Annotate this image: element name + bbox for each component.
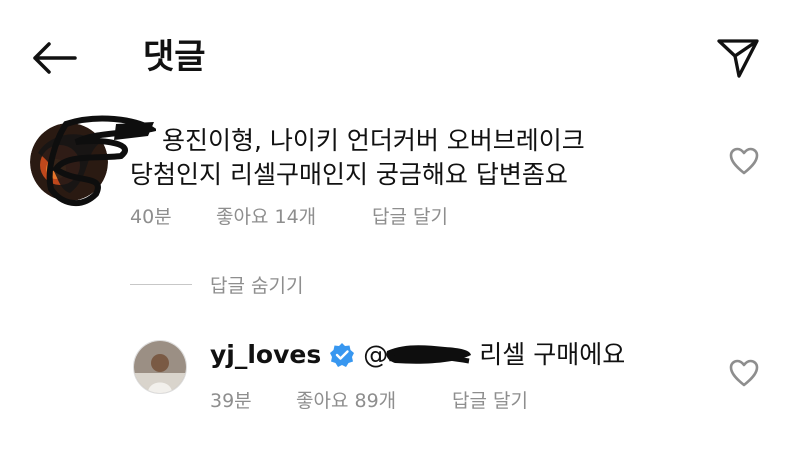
comment-time: 40분: [130, 206, 172, 228]
reply-username[interactable]: yj_loves: [210, 338, 321, 372]
reply-time: 39분: [210, 390, 252, 412]
reply-like-button[interactable]: [728, 358, 762, 390]
redaction-scribble: [386, 345, 472, 364]
comment-reply-button[interactable]: 답글 달기: [372, 202, 448, 229]
paper-plane-icon: [717, 39, 759, 78]
mention-link[interactable]: @: [363, 338, 472, 372]
heart-icon: [729, 359, 759, 387]
reply-reply-button[interactable]: 답글 달기: [452, 386, 528, 413]
avatar-image: [134, 341, 186, 393]
reply-text-line: yj_loves @ 리셀 구매에요: [210, 338, 625, 372]
verified-badge-icon: [329, 342, 355, 368]
share-button[interactable]: [712, 32, 764, 84]
like-button[interactable]: [728, 146, 762, 178]
comment-text: 용진이형, 나이키 언더커버 오버브레이크 당첨인지 리셀구매인지 궁금해요 답…: [130, 124, 690, 192]
back-button[interactable]: [28, 36, 80, 80]
reply-avatar[interactable]: [133, 340, 187, 394]
divider: [130, 284, 192, 285]
comment-likes[interactable]: 좋아요 14개: [216, 202, 372, 229]
reply-likes[interactable]: 좋아요 89개: [296, 386, 452, 413]
page-title: 댓글: [143, 37, 206, 77]
comment-meta: 40분 좋아요 14개 답글 달기: [130, 202, 448, 229]
comment-text-line1: 용진이형, 나이키 언더커버 오버브레이크: [162, 126, 585, 155]
comment-text-line2: 당첨인지 리셀구매인지 궁금해요 답변좀요: [130, 160, 568, 189]
hide-replies-button[interactable]: 답글 숨기기: [210, 271, 303, 298]
reply-meta: 39분 좋아요 89개 답글 달기: [210, 386, 528, 413]
heart-icon: [729, 147, 759, 175]
reply-text: 리셀 구매에요: [479, 340, 626, 369]
arrow-left-icon: [33, 42, 77, 74]
